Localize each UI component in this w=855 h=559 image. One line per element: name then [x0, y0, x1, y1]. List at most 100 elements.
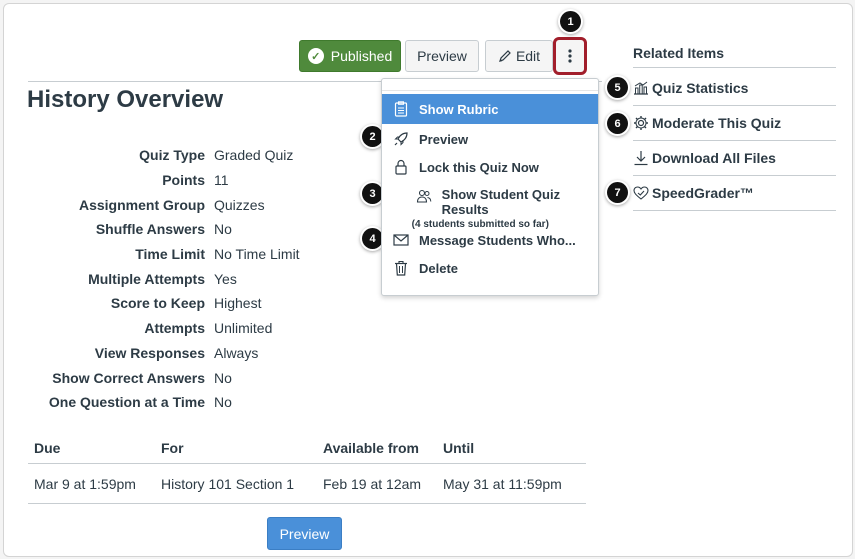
detail-value: Graded Quiz: [214, 147, 294, 164]
detail-label: Multiple Attempts: [88, 270, 205, 287]
menu-item-label: Show Rubric: [419, 101, 499, 117]
table-cell: History 101 Section 1: [161, 475, 295, 492]
column-header: Available from: [323, 439, 419, 456]
related-item-speedgrader[interactable]: SpeedGrader™: [633, 185, 754, 201]
menu-item-message-students[interactable]: Message Students Who...: [382, 227, 598, 253]
menu-item-show-student-results[interactable]: Show Student Quiz Results (4 students su…: [382, 183, 598, 230]
detail-label: Points: [162, 172, 205, 189]
lock-icon: [392, 158, 410, 176]
detail-row: Points 11: [28, 168, 348, 193]
table-cell: Mar 9 at 1:59pm: [34, 475, 136, 492]
detail-value: No Time Limit: [214, 246, 300, 263]
menu-item-label: Lock this Quiz Now: [419, 159, 539, 175]
quiz-page: ✓ Published Preview Edit 1 2 3 4 5 6 7 H…: [3, 3, 853, 557]
published-label: Published: [330, 48, 393, 64]
detail-value: Quizzes: [214, 196, 265, 213]
table-cell: May 31 at 11:59pm: [443, 475, 562, 492]
detail-label: Quiz Type: [139, 147, 205, 164]
related-item-moderate-quiz[interactable]: Moderate This Quiz: [633, 115, 781, 131]
column-header: For: [161, 439, 184, 456]
menu-item-label: Show Student Quiz Results: [441, 187, 561, 217]
detail-row: View Responses Always: [28, 341, 348, 366]
preview-label: Preview: [417, 48, 467, 64]
menu-item-lock-quiz[interactable]: Lock this Quiz Now: [382, 154, 598, 180]
related-item-label: Quiz Statistics: [652, 80, 749, 96]
detail-value: 11: [214, 172, 229, 189]
more-options-menu: Show Rubric Preview Lock this Quiz Now S…: [381, 78, 599, 296]
table-cell: Feb 19 at 12am: [323, 475, 422, 492]
detail-label: Attempts: [144, 320, 205, 337]
quiz-details: Quiz Type Graded Quiz Points 11 Assignment…: [28, 143, 348, 415]
related-item-label: Download All Files: [652, 150, 776, 166]
detail-row: Assignment Group Quizzes: [28, 192, 348, 217]
menu-item-label: Preview: [419, 131, 469, 147]
detail-label: One Question at a Time: [48, 394, 205, 411]
kebab-icon: [568, 49, 572, 63]
edit-button[interactable]: Edit: [485, 40, 553, 72]
gear-icon: [633, 115, 649, 131]
detail-row: Quiz Type Graded Quiz: [28, 143, 348, 168]
statistics-icon: [633, 80, 649, 96]
detail-value: Yes: [214, 270, 237, 287]
related-divider: [633, 210, 836, 211]
detail-value: No: [214, 221, 232, 238]
more-options-button[interactable]: [553, 37, 587, 75]
related-item-quiz-statistics[interactable]: Quiz Statistics: [633, 80, 748, 96]
detail-row: Score to Keep Highest: [28, 291, 348, 316]
page-title: History Overview: [27, 86, 224, 113]
detail-label: Assignment Group: [78, 196, 205, 213]
detail-value: Highest: [214, 295, 262, 312]
rocket-icon: [392, 130, 410, 148]
envelope-icon: [392, 231, 410, 249]
detail-label: Shuffle Answers: [95, 221, 205, 238]
related-item-label: SpeedGrader™: [652, 185, 754, 201]
callout-2: 2: [362, 126, 383, 147]
table-header-row: Due For Available from Until: [28, 432, 586, 464]
trash-icon: [392, 259, 410, 277]
callout-1: 1: [560, 11, 581, 32]
published-button[interactable]: ✓ Published: [299, 40, 401, 72]
detail-row: Attempts Unlimited: [28, 316, 348, 341]
column-header: Until: [443, 439, 475, 456]
menu-item-show-rubric[interactable]: Show Rubric: [382, 94, 598, 124]
menu-item-label: Delete: [419, 260, 459, 276]
callout-6: 6: [607, 113, 628, 134]
detail-value: No: [214, 369, 232, 386]
detail-row: Shuffle Answers No: [28, 217, 348, 242]
menu-item-preview[interactable]: Preview: [382, 126, 598, 152]
rubric-icon: [392, 100, 410, 118]
related-divider: [633, 67, 836, 68]
pencil-icon: [498, 49, 512, 63]
menu-item-delete[interactable]: Delete: [382, 255, 598, 281]
detail-row: Show Correct Answers No: [28, 365, 348, 390]
related-divider: [633, 140, 836, 141]
preview-button[interactable]: Preview: [405, 40, 479, 72]
related-divider: [633, 105, 836, 106]
detail-row: Multiple Attempts Yes: [28, 266, 348, 291]
related-divider: [633, 175, 836, 176]
detail-value: Always: [214, 344, 259, 361]
table-row: Mar 9 at 1:59pm History 101 Section 1 Fe…: [28, 464, 586, 504]
column-header: Due: [34, 439, 61, 456]
download-icon: [633, 150, 649, 166]
callout-3: 3: [362, 183, 383, 204]
users-icon: [416, 187, 433, 205]
callout-4: 4: [362, 228, 383, 249]
menu-divider: [382, 90, 598, 91]
bottom-preview-button[interactable]: Preview: [267, 517, 342, 550]
detail-label: Show Correct Answers: [52, 369, 205, 386]
speedgrader-icon: [633, 185, 649, 201]
detail-label: Score to Keep: [110, 295, 205, 312]
detail-label: View Responses: [94, 344, 205, 361]
detail-label: Time Limit: [135, 246, 205, 263]
edit-label: Edit: [515, 48, 541, 64]
check-icon: ✓: [307, 48, 324, 64]
callout-5: 5: [607, 77, 628, 98]
detail-value: No: [214, 394, 232, 411]
callout-7: 7: [607, 182, 628, 203]
detail-row: Time Limit No Time Limit: [28, 242, 348, 267]
dates-table: Due For Available from Until Mar 9 at 1:…: [28, 432, 586, 504]
detail-value: Unlimited: [214, 320, 273, 337]
related-item-download-files[interactable]: Download All Files: [633, 150, 776, 166]
detail-row: One Question at a Time No: [28, 390, 348, 415]
